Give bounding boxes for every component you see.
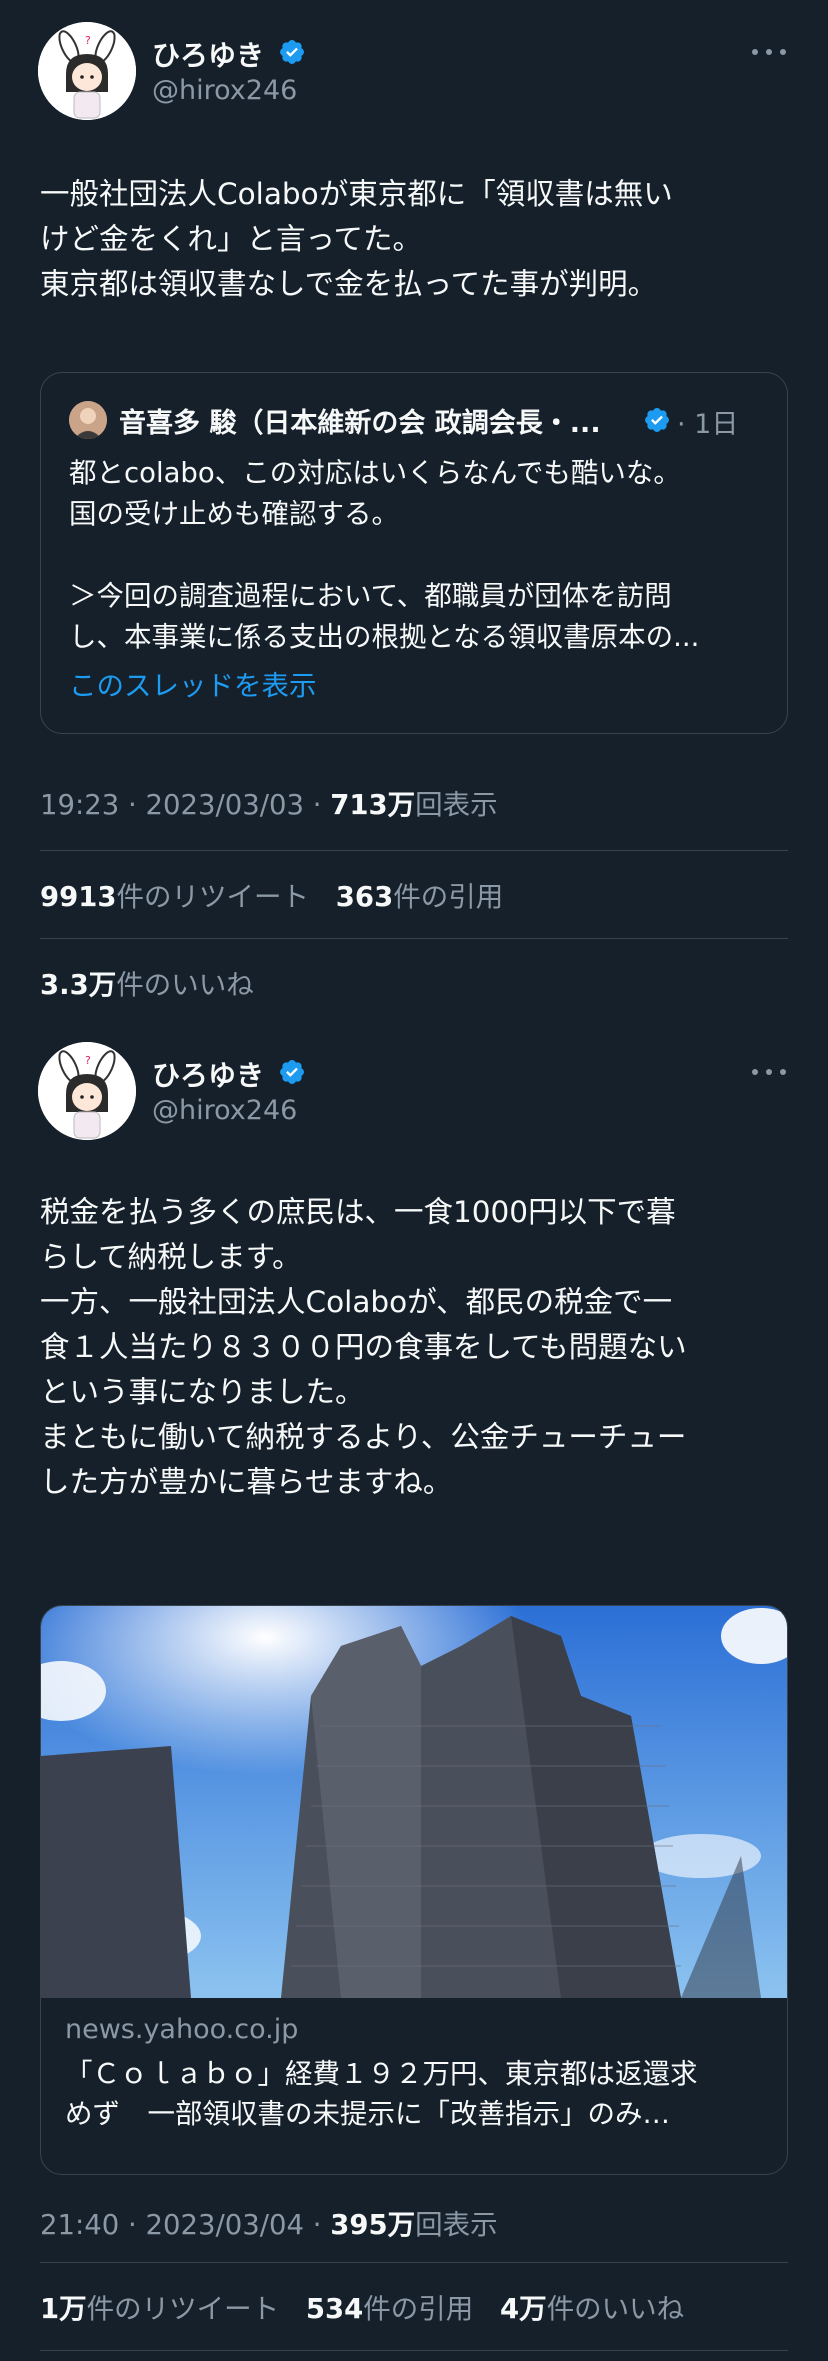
view-count: 713万 <box>330 789 416 821</box>
svg-text:?: ? <box>85 1054 91 1067</box>
verified-badge-icon <box>645 408 669 432</box>
more-horizontal-icon[interactable] <box>752 1062 786 1082</box>
like-count-label: 件のいいね <box>546 2293 685 2325</box>
verified-badge-icon <box>280 40 304 64</box>
quoted-time-value: 1日 <box>694 409 739 440</box>
retweet-count-value: 9913 <box>40 881 117 913</box>
retweet-count-value: 1万 <box>40 2293 87 2325</box>
tweet-meta: 19:23 · 2023/03/03 · 713万回表示 <box>40 782 498 822</box>
view-count-label: 回表示 <box>415 789 498 821</box>
quoted-tweet[interactable]: 音喜多 駿（日本維新の会 政調会長・... · 1日 都とcolabo、この対応… <box>40 372 788 734</box>
avatar[interactable]: ? <box>38 1042 136 1140</box>
quote-count-value: 363 <box>335 881 394 913</box>
divider <box>40 2350 788 2351</box>
tweet-text: 税金を払う多くの庶民は、一食1000円以下で暮 らして納税します。 一方、一般社… <box>40 1195 687 1499</box>
engagement-stats: 1万件のリツイート 534件の引用 4万件のいいね <box>40 2286 702 2326</box>
quoted-author-name: 音喜多 駿（日本維新の会 政調会長・... <box>119 408 601 439</box>
tweet[interactable]: ? ひろゆき @hirox246 一般社団法人Colaboが東京都に「領収書は無… <box>0 0 828 1030</box>
like-count[interactable]: 4万件のいいね <box>500 2293 684 2325</box>
like-count-value: 4万 <box>500 2293 547 2325</box>
quote-count[interactable]: 363件の引用 <box>336 881 503 913</box>
avatar[interactable]: ? <box>38 22 136 120</box>
card-domain: news.yahoo.co.jp <box>65 2014 299 2045</box>
tweet[interactable]: ? ひろゆき @hirox246 税金を払う多くの庶民は、一食1000円以下で暮… <box>0 1030 828 2361</box>
like-count-label: 件のいいね <box>116 969 254 1001</box>
tweet-timestamp[interactable]: 21:40 · 2023/03/04 · <box>40 2209 330 2241</box>
quoted-author-avatar <box>69 401 107 439</box>
like-count-value: 3.3万 <box>40 969 117 1001</box>
avatar-illustration: ? <box>38 1042 136 1140</box>
divider <box>40 2262 788 2263</box>
verified-badge-icon <box>280 1060 304 1084</box>
retweet-count[interactable]: 9913件のリツイート <box>40 881 309 913</box>
quote-count-label: 件の引用 <box>393 881 504 913</box>
view-count: 395万 <box>330 2209 416 2241</box>
quote-count-label: 件の引用 <box>363 2293 474 2325</box>
avatar-illustration: ? <box>38 22 136 120</box>
retweet-count-label: 件のリツイート <box>86 2293 280 2325</box>
like-count[interactable]: 3.3万件のいいね <box>40 969 254 1001</box>
divider <box>40 938 788 939</box>
card-image <box>41 1606 787 1998</box>
retweet-count[interactable]: 1万件のリツイート <box>40 2293 279 2325</box>
retweet-count-label: 件のリツイート <box>116 881 310 913</box>
author-name[interactable]: ひろゆき <box>152 1054 264 1094</box>
author-handle[interactable]: @hirox246 <box>152 75 297 106</box>
card-title: 「Ｃｏｌａｂｏ」経費１９２万円、東京都は返還求 めず 一部領収書の未提示に「改善… <box>65 2058 698 2130</box>
show-thread-link[interactable]: このスレッドを表示 <box>69 663 317 703</box>
quote-count[interactable]: 534件の引用 <box>306 2293 473 2325</box>
quoted-text: 都とcolabo、この対応はいくらなんでも酷いな。 国の受け止めも確認する。 ＞… <box>69 457 700 653</box>
author-name[interactable]: ひろゆき <box>152 34 264 74</box>
divider <box>40 850 788 851</box>
view-count-label: 回表示 <box>415 2209 498 2241</box>
engagement-stats: 9913件のリツイート 363件の引用 <box>40 874 521 914</box>
svg-text:?: ? <box>85 34 91 47</box>
author-handle[interactable]: @hirox246 <box>152 1095 297 1126</box>
tweet-meta: 21:40 · 2023/03/04 · 395万回表示 <box>40 2202 498 2242</box>
quoted-timestamp: · 1日 <box>677 409 739 440</box>
more-horizontal-icon[interactable] <box>752 42 786 62</box>
link-card[interactable]: news.yahoo.co.jp 「Ｃｏｌａｂｏ」経費１９２万円、東京都は返還求… <box>40 1605 788 2175</box>
engagement-stats: 3.3万件のいいね <box>40 962 272 1002</box>
tweet-text: 一般社団法人Colaboが東京都に「領収書は無い けど金をくれ」と言ってた。 東… <box>40 177 673 301</box>
quote-count-value: 534 <box>305 2293 364 2325</box>
tweet-timestamp[interactable]: 19:23 · 2023/03/03 · <box>40 789 330 821</box>
